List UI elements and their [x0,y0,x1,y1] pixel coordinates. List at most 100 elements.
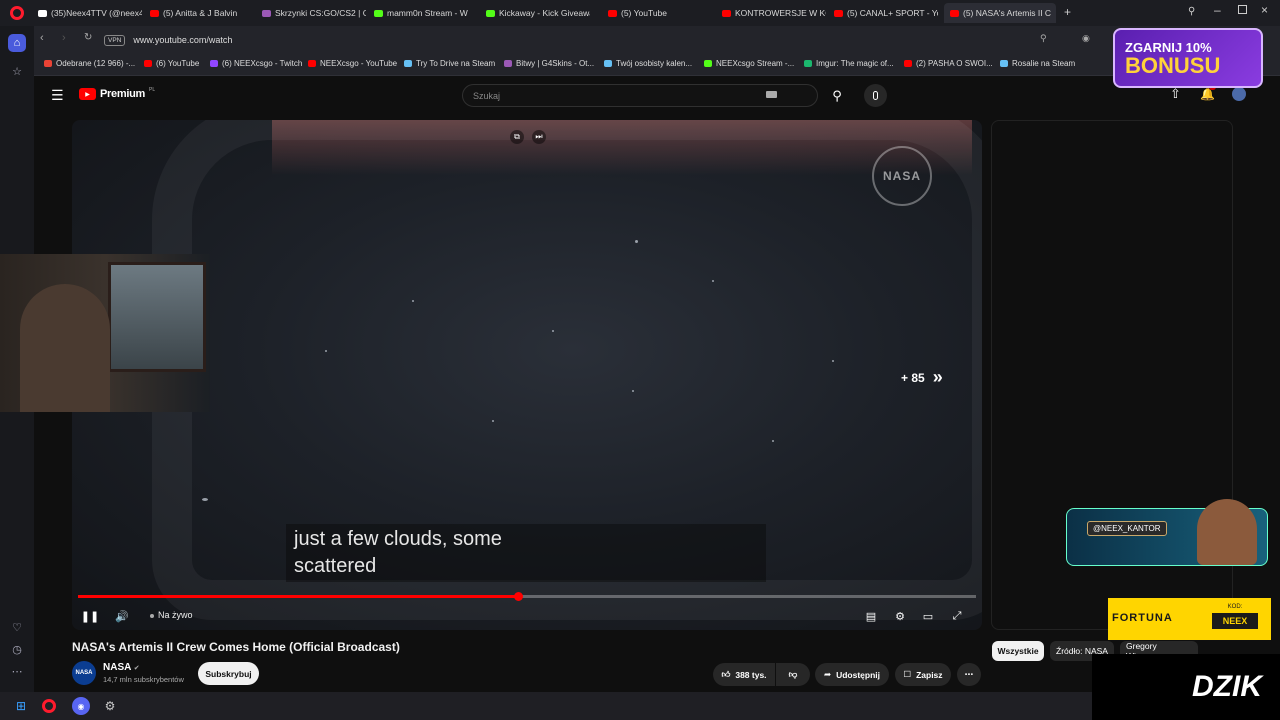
settings-gear-icon[interactable]: ⚙ [892,608,908,624]
kantor-ad-overlay: @NEEX_KANTOR [1066,499,1268,566]
more-dots-icon: ⋯ [964,669,974,679]
windows-start-icon[interactable]: ⊞ [12,697,30,715]
bookmark-icon: ☐ [903,669,912,679]
star-speck [325,350,327,352]
more-actions-button[interactable]: ⋯ [957,663,981,686]
star-speck [492,420,494,422]
tab-kickaway[interactable]: Kickaway - Kick Giveaway [486,3,590,23]
star-speck [712,280,714,282]
lens-icon[interactable]: ⚲ [1040,33,1047,44]
share-button[interactable]: ➦ Udostępnij [815,663,889,686]
volume-icon[interactable]: 🔊 [114,608,130,624]
forward-icon[interactable]: › [62,32,66,44]
star-speck [632,390,634,392]
tab-youtube[interactable]: (5) YouTube [608,3,712,23]
subtitles-icon[interactable]: ▤ [863,608,879,624]
thumbs-down-icon: 👎︎ [788,669,798,679]
keyboard-icon[interactable] [766,91,777,98]
tab-canal-sport[interactable]: (5) CANAL+ SPORT - You [834,3,938,23]
back-icon[interactable]: ‹ [40,32,44,44]
avatar[interactable] [1232,87,1246,101]
pause-icon[interactable]: ❚❚ [81,608,99,624]
player-top-controls: ⧉ ⏭ [510,130,546,144]
progress-fill [78,595,519,598]
heart-icon[interactable]: ♡ [8,618,26,636]
history-icon[interactable]: ◷ [8,640,26,658]
tab-skrzynki[interactable]: Skrzynki CS:GO/CS2 | G4S [262,3,366,23]
app-taskbar-icon[interactable]: ⚙ [101,697,119,715]
bookmark-twitch[interactable]: (6) NEEXcsgo - Twitch [210,59,302,68]
fortuna-ad-overlay: FORTUNA KOD: NEEX [1108,598,1271,640]
webcam-streamer [20,284,110,412]
discord-icon[interactable]: ◉ [72,697,90,715]
bookmark-youtube[interactable]: (6) YouTube [144,59,199,68]
bookmark-rosalie[interactable]: Rosalie na Steam [1000,59,1075,68]
fullscreen-icon[interactable]: ⤢ [949,608,965,624]
bookmark-kalendarz[interactable]: Twój osobisty kalen... [604,59,692,68]
theater-mode-icon[interactable]: ▭ [920,608,936,624]
tab-mamm0n[interactable]: mamm0n Stream - W [374,3,478,23]
bookmark-gmail[interactable]: Odebrane (12 966) -... [44,59,135,68]
close-icon[interactable]: × [1261,3,1268,17]
search-button[interactable]: ⚲ [824,84,850,107]
snapshot-icon[interactable]: ◉ [1082,33,1090,44]
subscribe-button[interactable]: Subskrybuj [198,662,259,685]
live-indicator[interactable]: Na żywo [150,610,193,620]
streamer-webcam [0,254,210,412]
star-speck [552,330,554,332]
subscriber-count: 14,7 mln subskrybentów [103,675,184,684]
vpn-badge[interactable]: VPN [104,34,126,46]
star-speck [772,440,774,442]
search-icon: ⚲ [832,87,842,103]
opera-logo-icon[interactable] [10,6,24,20]
youtube-header: ☰ ▶ Premium PL Szukaj ⚲ ⇧ 🔔 5 [34,76,1280,116]
playlist-icon[interactable]: ⧉ [510,130,524,144]
more-icon[interactable]: ⋯ [8,662,26,680]
bookmark-try-to-drive[interactable]: Try To Drive na Steam [404,59,495,68]
reload-icon[interactable]: ↻ [84,32,92,43]
double-chevron-right-icon: » [932,367,943,387]
home-icon[interactable]: ⌂ [8,34,26,52]
minimize-icon[interactable]: – [1214,3,1221,17]
address-bar: ‹ › ↻ VPN www.youtube.com/watch ⚲ ◉ [34,26,1280,54]
dislike-button[interactable]: 👎︎ [776,663,810,686]
progress-scrubber[interactable] [514,592,524,601]
search-tabs-icon[interactable]: ⚲ [1188,6,1195,17]
thumbs-up-icon: 👍︎ [721,669,731,679]
upload-icon[interactable]: ⇧ [1170,86,1181,102]
bookmark-neex-youtube[interactable]: NEEXcsgo - YouTube [308,59,397,68]
bookmarks-bar: Odebrane (12 966) -... (6) YouTube (6) N… [34,54,1280,76]
voice-search-button[interactable] [864,84,887,107]
bookmark-bitwy[interactable]: Bitwy | G4Skins - Ot... [504,59,594,68]
maximize-icon[interactable] [1238,5,1247,14]
bonus-ad-overlay: ZGARNIJ 10% BONUSU [1113,28,1263,88]
tab-nasa-artemis[interactable]: (5) NASA's Artemis II C [944,3,1056,23]
autoplay-icon[interactable]: ⏭ [532,130,546,144]
verified-icon: ✔ [133,665,140,672]
closed-caption: just a few clouds, some scattered [286,524,766,582]
bookmark-imgur[interactable]: Imgur: The magic of... [804,59,894,68]
browser-tab-strip: (35)Neex4TTV (@neex4tt (5) Anitta & J Ba… [0,0,1280,26]
tab-neex-tiktok[interactable]: (35)Neex4TTV (@neex4tt [38,3,142,23]
star-speck [202,498,208,501]
opera-taskbar-icon[interactable] [42,699,56,713]
search-input[interactable]: Szukaj [462,84,818,107]
chip-all[interactable]: Wszystkie [992,641,1044,661]
star-icon[interactable]: ☆ [8,62,26,80]
player-controls: ❚❚ 🔊 Na żywo ▤ ⚙ ▭ ⤢ [72,602,982,630]
save-button[interactable]: ☐ Zapisz [895,663,951,686]
tab-anitta[interactable]: (5) Anitta & J Balvin [150,3,254,23]
menu-icon[interactable]: ☰ [51,87,64,104]
star-speck [832,360,834,362]
progress-bar[interactable] [78,592,976,601]
tab-kontrowersje[interactable]: KONTROWERSJE W KOŃC [722,3,826,23]
star-speck [635,240,638,243]
youtube-premium-logo[interactable]: ▶ Premium PL [79,87,155,100]
new-tab-icon[interactable]: + [1064,5,1071,19]
bookmark-pasha[interactable]: (2) PASHA O SWOI... [904,59,993,68]
like-button[interactable]: 👍︎ 388 tys. [713,663,775,686]
bookmark-neex-stream[interactable]: NEEXcsgo Stream -... [704,59,794,68]
channel-avatar[interactable]: NASA [72,661,96,685]
url-field[interactable]: VPN www.youtube.com/watch [104,31,1064,49]
channel-name[interactable]: NASA ✔ [103,662,140,673]
